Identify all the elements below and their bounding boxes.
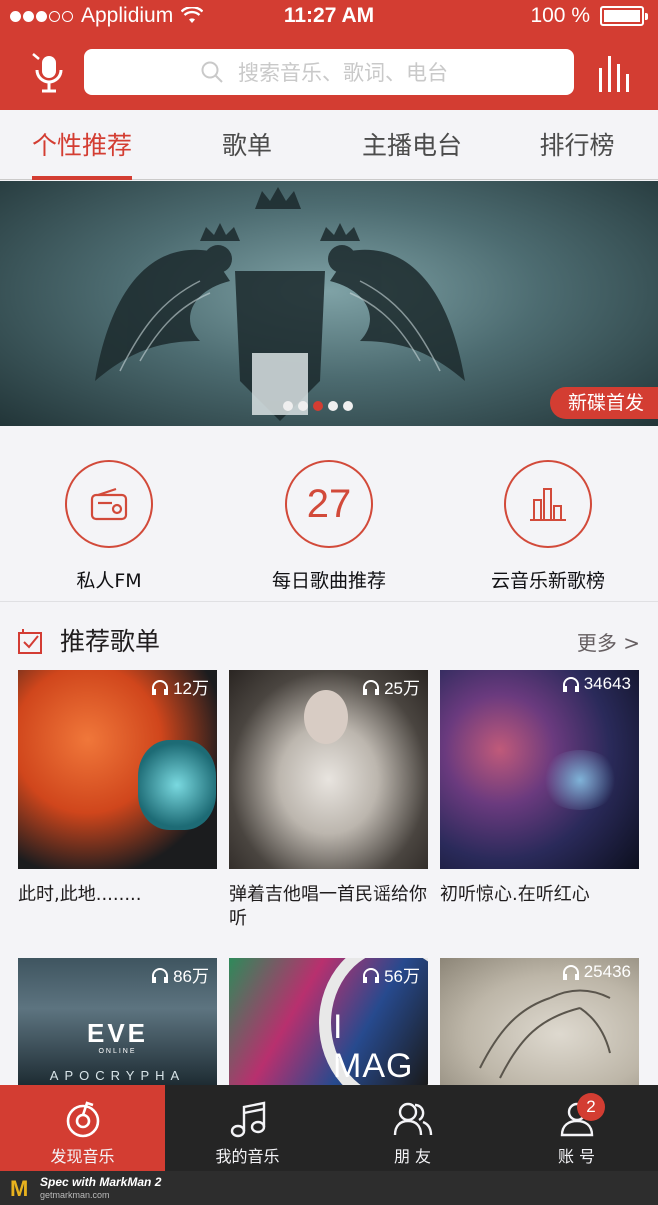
play-count: 12万 [151, 674, 209, 699]
tabbar-account[interactable]: 账 号 2 [495, 1085, 658, 1171]
notification-badge: 2 [577, 1093, 605, 1121]
playlist-cover: 25万 [229, 670, 428, 869]
banner-dot[interactable] [283, 401, 293, 411]
quick-label-fm: 私人FM [76, 570, 142, 592]
playlist-card[interactable]: 12万 此时,此地........ [18, 670, 217, 907]
section-title: 推荐歌单 [60, 627, 161, 656]
headphone-icon [363, 679, 380, 695]
cover-text: I MAG [333, 1008, 414, 1085]
daily-number: 27 [306, 481, 352, 526]
headphone-icon [562, 965, 579, 980]
banner-dot[interactable] [343, 401, 353, 411]
status-right: 100 % [530, 4, 648, 28]
playlist-title: 弹着吉他唱一首民谣给你听 [229, 884, 427, 929]
cover-text: EVE [86, 1018, 149, 1048]
section-header: 推荐歌单 更多 > [0, 612, 658, 662]
play-count: 56万 [362, 962, 420, 987]
quick-label-chart: 云音乐新歌榜 [490, 570, 605, 592]
playlist-cover: I MAG 56万 [229, 958, 428, 1085]
playlist-cover: EVE ONLINE APOCRYPHA 86万 [18, 958, 217, 1085]
tab-radio[interactable]: 主播电台 [356, 110, 468, 180]
voice-mic-icon[interactable] [30, 50, 70, 96]
playlist-card[interactable]: 25万 弹着吉他唱一首民谣给你听 [229, 670, 428, 931]
tab-indicator [32, 176, 132, 180]
markman-text: Spec with MarkMan 2 [40, 1175, 162, 1189]
play-count: 25万 [362, 674, 420, 699]
status-bar: Applidium 11:27 AM 100 % [0, 0, 658, 32]
cover-subtext: ONLINE [98, 1048, 137, 1055]
playlist-cover: 25436 [440, 958, 639, 1085]
more-link[interactable]: 更多 > [577, 627, 640, 656]
playlist-check-icon [18, 629, 42, 654]
playlist-cover: 34643 [440, 670, 639, 869]
search-placeholder: 搜索音乐、歌词、电台 [238, 61, 448, 85]
app-header: Applidium 11:27 AM 100 % 搜索音乐、歌词、电台 [0, 0, 658, 110]
tabbar-label: 我的音乐 [215, 1147, 280, 1166]
banner-dot-active[interactable] [313, 401, 323, 411]
tab-recommend[interactable]: 个性推荐 [28, 110, 136, 180]
radio-icon [90, 487, 128, 521]
headphone-icon [363, 967, 380, 983]
play-count: 86万 [151, 962, 209, 987]
tabbar-label: 账 号 [557, 1147, 596, 1166]
quick-item-chart[interactable]: 云音乐新歌榜 [460, 460, 636, 593]
play-count-text: 25436 [583, 962, 631, 981]
play-count: 34643 [562, 674, 631, 694]
playlist-card[interactable]: 34643 初听惊心.在听红心 [440, 670, 639, 907]
headphone-icon [152, 679, 169, 695]
play-count-text: 56万 [384, 967, 420, 986]
markman-footer: M Spec with MarkMan 2 getmarkman.com [0, 1171, 658, 1205]
playlist-card[interactable]: 25436 [440, 958, 639, 1085]
netease-music-icon [66, 1101, 99, 1138]
calendar-number-circle: 27 [285, 460, 373, 548]
friends-icon [393, 1102, 432, 1136]
tab-charts[interactable]: 排行榜 [532, 110, 622, 180]
bottom-tab-bar: 发现音乐 我的音乐 朋 友 账 号 2 [0, 1085, 658, 1171]
playlist-title: 此时,此地........ [18, 884, 142, 905]
tabbar-discover[interactable]: 发现音乐 [0, 1085, 165, 1171]
chart-icon-circle [504, 460, 592, 548]
banner-carousel[interactable]: 新碟首发 [0, 181, 658, 426]
quick-item-daily[interactable]: 27 每日歌曲推荐 [241, 460, 417, 593]
battery-percent: 100 % [530, 4, 590, 27]
quick-label-daily: 每日歌曲推荐 [271, 570, 386, 592]
battery-icon [600, 6, 648, 26]
banner-dot[interactable] [328, 401, 338, 411]
play-count-text: 34643 [583, 674, 631, 693]
equalizer-bars-icon[interactable] [596, 52, 636, 94]
playlist-title: 初听惊心.在听红心 [440, 884, 590, 905]
banner-badge: 新碟首发 [549, 387, 658, 419]
music-note-icon [230, 1101, 265, 1138]
tab-playlists[interactable]: 歌单 [206, 110, 288, 180]
search-box[interactable]: 搜索音乐、歌词、电台 [84, 49, 574, 95]
tabbar-friends[interactable]: 朋 友 [330, 1085, 495, 1171]
tabbar-label: 朋 友 [393, 1147, 432, 1166]
banner-dots [283, 401, 353, 411]
quick-item-fm[interactable]: 私人FM [21, 460, 197, 593]
headphone-icon [562, 677, 579, 692]
top-tabs: 个性推荐 歌单 主播电台 排行榜 [0, 110, 658, 180]
play-count: 25436 [562, 962, 631, 982]
radio-icon-circle [65, 460, 153, 548]
quick-entries: 私人FM 27 每日歌曲推荐 云音乐新歌榜 [0, 426, 658, 602]
tabbar-label: 发现音乐 [50, 1147, 115, 1166]
play-count-text: 25万 [384, 679, 420, 698]
search-icon [201, 61, 223, 83]
play-count-text: 86万 [173, 967, 209, 986]
play-count-text: 12万 [173, 679, 209, 698]
markman-url: getmarkman.com [40, 1190, 110, 1200]
markman-logo: M [10, 1176, 29, 1201]
headphone-icon [152, 967, 169, 983]
cover-caption: APOCRYPHA [49, 1068, 186, 1083]
tabbar-my-music[interactable]: 我的音乐 [165, 1085, 330, 1171]
banner-dot[interactable] [298, 401, 308, 411]
playlist-card[interactable]: EVE ONLINE APOCRYPHA 86万 [18, 958, 217, 1085]
playlist-card[interactable]: I MAG 56万 [229, 958, 428, 1085]
playlist-cover: 12万 [18, 670, 217, 869]
chart-bars-icon [530, 488, 566, 521]
